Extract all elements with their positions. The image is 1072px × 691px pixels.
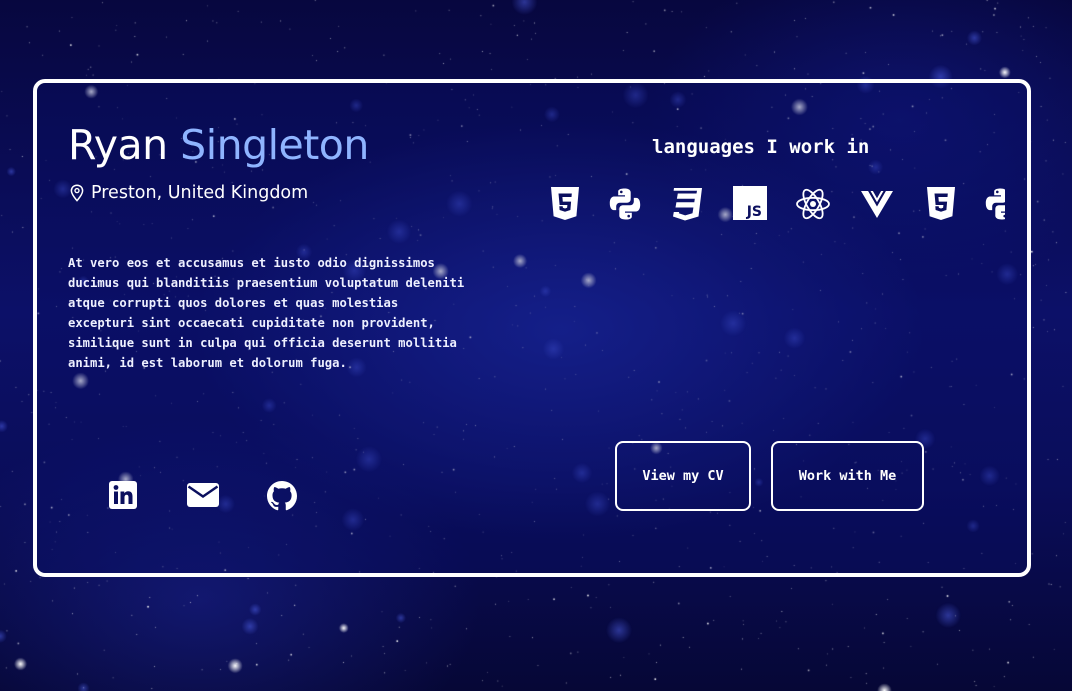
view-cv-button[interactable]: View my CV <box>615 441 751 511</box>
bio-text: At vero eos et accusamus et iusto odio d… <box>68 256 465 370</box>
github-icon[interactable] <box>267 481 297 515</box>
languages-carousel: JS <box>547 186 1005 226</box>
css3-icon <box>669 186 705 222</box>
work-with-me-button[interactable]: Work with Me <box>771 441 924 511</box>
python-icon <box>983 186 1005 222</box>
languages-title: languages I work in <box>652 136 870 158</box>
js-badge-text: JS <box>746 204 762 220</box>
map-pin-icon <box>70 184 84 202</box>
html5-icon <box>923 186 959 222</box>
page-title: Ryan Singleton <box>68 121 369 169</box>
vue-icon <box>859 186 895 222</box>
profile-card: Ryan Singleton Preston, United Kingdom A… <box>33 79 1031 577</box>
python-icon <box>607 186 643 222</box>
javascript-icon: JS <box>733 186 769 222</box>
react-icon <box>795 186 831 222</box>
first-name: Ryan <box>68 121 168 169</box>
email-icon[interactable] <box>187 483 219 511</box>
last-name: Singleton <box>180 121 369 169</box>
html5-icon <box>547 186 583 222</box>
location-text: Preston, United Kingdom <box>91 183 309 203</box>
linkedin-icon[interactable] <box>109 481 137 513</box>
location: Preston, United Kingdom <box>70 183 308 203</box>
social-links <box>109 481 299 513</box>
